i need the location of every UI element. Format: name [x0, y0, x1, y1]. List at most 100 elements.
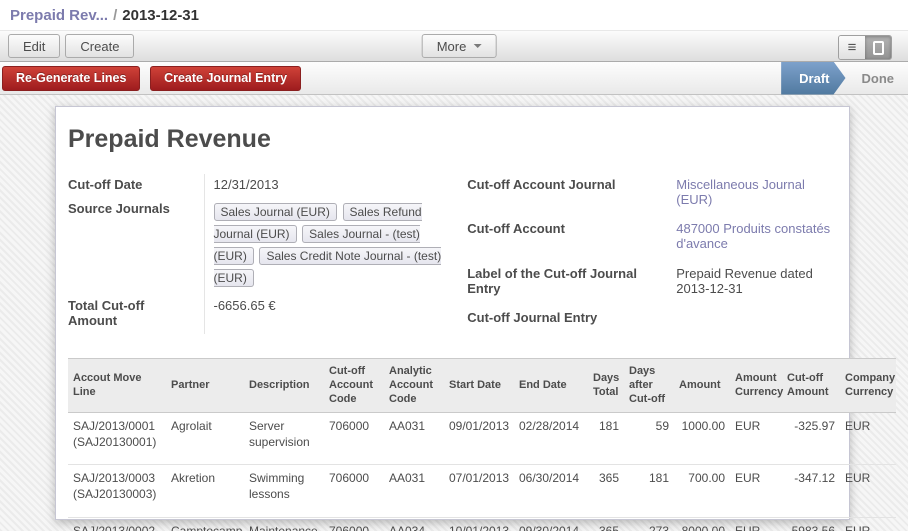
more-label: More: [437, 39, 467, 54]
col-header-analytic-account-code: Analytic Account Code: [384, 359, 444, 413]
cell-days-total: 181: [588, 413, 624, 465]
cell-days-total: 365: [588, 517, 624, 531]
col-header-start-date: Start Date: [444, 359, 514, 413]
cell-amount: 8000.00: [674, 517, 730, 531]
cutoff-account-label: Cut-off Account: [467, 218, 667, 262]
source-journals-tags: Sales Journal (EUR) Sales Refund Journal…: [214, 204, 442, 285]
col-header-cutoff-account-code: Cut-off Account Code: [324, 359, 384, 413]
cell-start-date: 09/01/2013: [444, 413, 514, 465]
cutoff-account-link[interactable]: 487000 Produits constatés d'avance: [676, 221, 837, 251]
status-state-draft: Draft: [781, 62, 845, 95]
cutoff-account-journal-link[interactable]: Miscellaneous Journal (EUR): [676, 177, 805, 207]
cell-analytic-account-code: AA031: [384, 413, 444, 465]
col-header-move-line: Accout Move Line: [68, 359, 166, 413]
cell-cutoff-amount: -325.97: [782, 413, 840, 465]
total-cutoff-amount-value: -6656.65 €: [204, 295, 457, 334]
cell-analytic-account-code: AA034: [384, 517, 444, 531]
form-view-button[interactable]: [865, 36, 891, 59]
col-header-company-currency: Company Currency: [840, 359, 896, 413]
cell-analytic-account-code: AA031: [384, 465, 444, 517]
list-view-button[interactable]: ≡: [839, 36, 865, 59]
action-buttons: Re-Generate Lines Create Journal Entry: [2, 66, 307, 91]
source-journals-label: Source Journals: [68, 198, 204, 295]
cell-cutoff-account-code: 706000: [324, 465, 384, 517]
cell-cutoff-amount: -5983.56: [782, 517, 840, 531]
cutoff-date-label: Cut-off Date: [68, 174, 204, 198]
cell-company-currency: EUR: [840, 413, 896, 465]
journal-tag: Sales Journal (EUR): [214, 203, 337, 221]
list-view-icon: ≡: [848, 40, 857, 55]
breadcrumb-separator: /: [113, 7, 117, 24]
cell-company-currency: EUR: [840, 517, 896, 531]
view-switcher: ≡: [838, 35, 892, 60]
cell-days-after-cutoff: 273: [624, 517, 674, 531]
col-header-days-total: Days Total: [588, 359, 624, 413]
cell-amount: 700.00: [674, 465, 730, 517]
cutoff-date-value: 12/31/2013: [204, 174, 457, 198]
regenerate-lines-button[interactable]: Re-Generate Lines: [2, 66, 140, 91]
edit-button[interactable]: Edit: [8, 34, 60, 58]
journal-entry-label-value: Prepaid Revenue dated 2013-12-31: [676, 266, 837, 296]
cutoff-account-journal-label: Cut-off Account Journal: [467, 174, 667, 218]
create-journal-entry-button[interactable]: Create Journal Entry: [150, 66, 301, 91]
cutoff-journal-entry-value: [667, 307, 837, 334]
cell-move-line: SAJ/2013/0001 (SAJ20130001): [68, 413, 166, 465]
cell-end-date: 02/28/2014: [514, 413, 588, 465]
cutoff-lines-table: Accout Move Line Partner Description Cut…: [68, 358, 896, 531]
breadcrumb: Prepaid Rev... / 2013-12-31: [0, 0, 908, 30]
more-dropdown-button[interactable]: More: [422, 34, 497, 58]
toolbar: Edit Create More ≡: [0, 30, 908, 62]
col-header-end-date: End Date: [514, 359, 588, 413]
status-state-done: Done: [846, 62, 908, 95]
cell-days-total: 365: [588, 465, 624, 517]
form-header-bar: Re-Generate Lines Create Journal Entry D…: [0, 62, 908, 95]
page-title: Prepaid Revenue: [68, 125, 837, 154]
right-field-group: Cut-off Account Journal Miscellaneous Jo…: [467, 174, 837, 334]
col-header-amount: Amount: [674, 359, 730, 413]
chevron-down-icon: [473, 44, 481, 48]
form-page-background: Prepaid Revenue Cut-off Date 12/31/2013 …: [0, 95, 908, 531]
cell-end-date: 09/30/2014: [514, 517, 588, 531]
cell-description: Server supervision: [244, 413, 324, 465]
left-field-group: Cut-off Date 12/31/2013 Source Journals …: [68, 174, 457, 334]
create-button[interactable]: Create: [65, 34, 134, 58]
breadcrumb-parent-link[interactable]: Prepaid Rev...: [10, 7, 108, 24]
cell-description: Swimming lessons: [244, 465, 324, 517]
cell-partner: Agrolait: [166, 413, 244, 465]
cell-cutoff-account-code: 706000: [324, 413, 384, 465]
journal-entry-label-label: Label of the Cut-off Journal Entry: [467, 263, 667, 307]
cell-amount: 1000.00: [674, 413, 730, 465]
col-header-amount-currency: Amount Currency: [730, 359, 782, 413]
cell-partner: Akretion: [166, 465, 244, 517]
form-sheet: Prepaid Revenue Cut-off Date 12/31/2013 …: [55, 106, 850, 520]
cell-days-after-cutoff: 59: [624, 413, 674, 465]
statusbar: Draft Done: [781, 62, 908, 95]
cutoff-journal-entry-label: Cut-off Journal Entry: [467, 307, 667, 334]
cell-cutoff-amount: -347.12: [782, 465, 840, 517]
cell-days-after-cutoff: 181: [624, 465, 674, 517]
cell-company-currency: EUR: [840, 465, 896, 517]
cell-amount-currency: EUR: [730, 413, 782, 465]
cell-start-date: 10/01/2013: [444, 517, 514, 531]
col-header-description: Description: [244, 359, 324, 413]
form-fields: Cut-off Date 12/31/2013 Source Journals …: [68, 174, 837, 334]
col-header-cutoff-amount: Cut-off Amount: [782, 359, 840, 413]
cell-cutoff-account-code: 706000: [324, 517, 384, 531]
cell-start-date: 07/01/2013: [444, 465, 514, 517]
col-header-partner: Partner: [166, 359, 244, 413]
cell-end-date: 06/30/2014: [514, 465, 588, 517]
total-cutoff-amount-label: Total Cut-off Amount: [68, 295, 204, 334]
table-row[interactable]: SAJ/2013/0003 (SAJ20130003) Akretion Swi…: [68, 465, 896, 517]
cell-amount-currency: EUR: [730, 465, 782, 517]
table-row[interactable]: SAJ/2013/0001 (SAJ20130001) Agrolait Ser…: [68, 413, 896, 465]
table-row[interactable]: SAJ/2013/0002 (SAJ20130002) Camptocamp M…: [68, 517, 896, 531]
cell-amount-currency: EUR: [730, 517, 782, 531]
col-header-days-after-cutoff: Days after Cut-off: [624, 359, 674, 413]
cell-description: Maintenance contract: [244, 517, 324, 531]
cell-partner: Camptocamp: [166, 517, 244, 531]
cell-move-line: SAJ/2013/0003 (SAJ20130003): [68, 465, 166, 517]
cell-move-line: SAJ/2013/0002 (SAJ20130002): [68, 517, 166, 531]
breadcrumb-current: 2013-12-31: [122, 7, 199, 24]
table-header-row: Accout Move Line Partner Description Cut…: [68, 359, 896, 413]
form-view-icon: [873, 41, 884, 55]
